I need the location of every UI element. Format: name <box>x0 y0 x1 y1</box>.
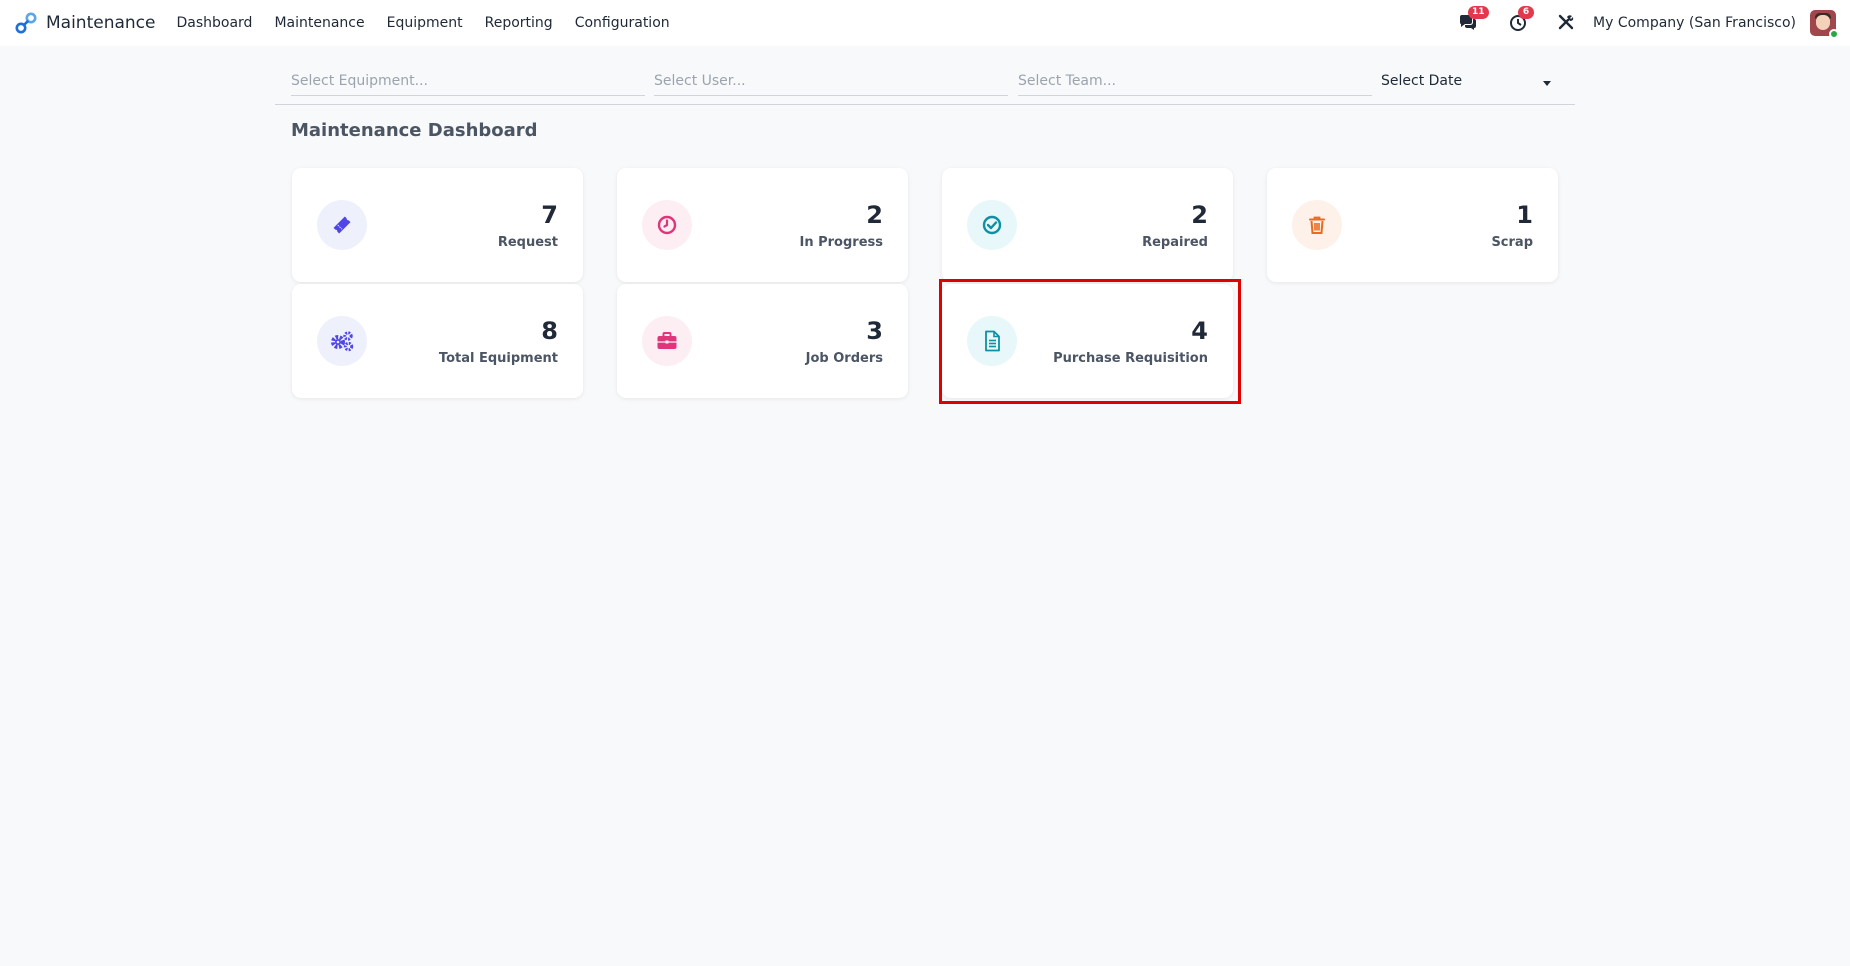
messages-badge: 11 <box>1468 6 1489 19</box>
app-name: Maintenance <box>46 13 156 33</box>
user-filter-input[interactable]: Select User... <box>654 64 1008 96</box>
card-value: 1 <box>1516 201 1533 229</box>
card-label: In Progress <box>799 235 884 250</box>
card-total-equipment[interactable]: 8 Total Equipment <box>292 284 583 398</box>
date-filter-select[interactable]: Select Date <box>1381 64 1551 96</box>
card-label: Repaired <box>1142 235 1208 250</box>
briefcase-icon <box>642 316 692 366</box>
card-value: 8 <box>541 317 558 345</box>
trash-icon <box>1292 200 1342 250</box>
debug-tools-icon[interactable] <box>1557 13 1577 33</box>
card-value: 3 <box>866 317 883 345</box>
card-purchase-requisition[interactable]: 4 Purchase Requisition <box>942 284 1233 398</box>
brand[interactable]: Maintenance <box>14 11 165 35</box>
company-switcher[interactable]: My Company (San Francisco) <box>1593 15 1796 31</box>
date-filter-label: Select Date <box>1381 73 1463 89</box>
card-value: 4 <box>1191 317 1208 345</box>
equipment-filter-input[interactable]: Select Equipment... <box>291 64 645 96</box>
card-label: Request <box>497 235 558 250</box>
nav-maintenance[interactable]: Maintenance <box>263 15 375 31</box>
user-avatar[interactable] <box>1810 10 1839 39</box>
card-label: Scrap <box>1491 235 1533 250</box>
messages-button[interactable]: 11 <box>1457 6 1489 34</box>
clock-icon <box>642 200 692 250</box>
card-label: Job Orders <box>805 351 883 366</box>
card-job-orders[interactable]: 3 Job Orders <box>617 284 908 398</box>
caret-down-icon <box>1543 81 1551 86</box>
online-status-dot <box>1829 29 1839 39</box>
gears-icon <box>317 316 367 366</box>
card-label: Purchase Requisition <box>1053 351 1208 366</box>
activities-button[interactable]: 6 <box>1507 6 1535 34</box>
main-menu: Dashboard Maintenance Equipment Reportin… <box>165 15 680 31</box>
nav-reporting[interactable]: Reporting <box>474 15 564 31</box>
card-repaired[interactable]: 2 Repaired <box>942 168 1233 282</box>
ticket-icon <box>317 200 367 250</box>
card-request[interactable]: 7 Request <box>292 168 583 282</box>
avatar-face <box>1816 15 1830 30</box>
nav-equipment[interactable]: Equipment <box>376 15 474 31</box>
card-value: 2 <box>1191 201 1208 229</box>
team-filter-input[interactable]: Select Team... <box>1018 64 1372 96</box>
page-title: Maintenance Dashboard <box>291 120 538 141</box>
card-value: 7 <box>541 201 558 229</box>
card-in-progress[interactable]: 2 In Progress <box>617 168 908 282</box>
systray: 11 6 My Company (San Francisco) <box>1457 0 1839 46</box>
document-icon <box>967 316 1017 366</box>
maintenance-app-icon <box>14 11 38 35</box>
check-circle-icon <box>967 200 1017 250</box>
card-label: Total Equipment <box>438 351 558 366</box>
card-value: 2 <box>866 201 883 229</box>
card-scrap[interactable]: 1 Scrap <box>1267 168 1558 282</box>
filter-bar: Select Equipment... Select User... Selec… <box>275 46 1575 105</box>
top-navbar: Maintenance Dashboard Maintenance Equipm… <box>0 0 1850 46</box>
nav-dashboard[interactable]: Dashboard <box>165 15 263 31</box>
nav-configuration[interactable]: Configuration <box>564 15 681 31</box>
activities-badge: 6 <box>1518 6 1535 19</box>
